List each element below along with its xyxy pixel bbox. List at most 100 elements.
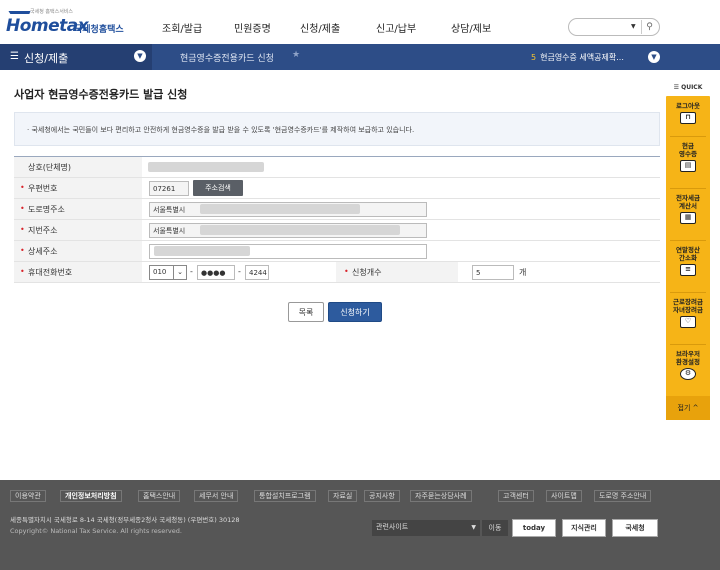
phone-prefix-select[interactable]: 010 ⌄ (149, 265, 187, 280)
hamburger-icon: ☰ (10, 51, 19, 62)
company-value-masked (148, 162, 264, 172)
footer-link-guide[interactable]: 홈택스안내 (138, 490, 181, 502)
required-mark: • (20, 225, 25, 234)
phone-dash: - (238, 267, 241, 276)
quick-e-invoice-label: 전자세금 계산서 (676, 194, 700, 210)
quick-menu: ☰ QUICK 로그아웃 ⊓ 현금 영수증 ▤ 전자세금 계산서 ▦ 연말정산 간소화… (666, 84, 710, 420)
footer-link-privacy[interactable]: 개인정보처리방침 (60, 490, 122, 502)
quick-menu-panel: 로그아웃 ⊓ 현금 영수증 ▤ 전자세금 계산서 ▦ 연말정산 간소화 ≡ 근로장려금 … (666, 96, 710, 420)
required-mark: • (20, 204, 25, 213)
form-row-lot-address: • 지번주소 서울특별시 (14, 220, 660, 241)
footer-link-notice[interactable]: 공지사항 (364, 490, 400, 502)
count-field[interactable]: 5 (472, 265, 514, 280)
gear-icon: ⚙ (680, 368, 696, 380)
footer-link-sitemap[interactable]: 사이트맵 (546, 490, 582, 502)
footer-address: 세종특별자치시 국세청로 8-14 국세청(정부세종2청사 국세청동) (우편번… (10, 516, 240, 524)
divider (670, 188, 706, 189)
footer-link-library[interactable]: 자료실 (328, 490, 358, 502)
header: 국세청 홈택스서비스 Hometax 국세청홈택스 조회/발급 민원증명 신청/… (0, 0, 720, 44)
banner-knowledge[interactable]: 지식관리 (562, 519, 606, 537)
footer-link-terms[interactable]: 이용약관 (10, 490, 46, 502)
go-button[interactable]: 이동 (482, 520, 508, 536)
form-row-zip: • 우편번호 07261 주소검색 (14, 178, 660, 199)
quick-cash-receipt[interactable]: 현금 영수증 ▤ (668, 142, 708, 172)
required-mark: • (20, 267, 25, 276)
road-address-masked (200, 204, 360, 214)
detail-address-masked (154, 246, 250, 256)
gnb-item-application[interactable]: 신청/제출 (300, 20, 340, 35)
related-sites-label: 관련사이트 (376, 523, 409, 531)
apply-button[interactable]: 신청하기 (328, 302, 382, 322)
lot-address-masked (200, 225, 400, 235)
lot-address-label: 지번주소 (28, 226, 58, 235)
breadcrumb[interactable]: 현금영수증전용카드 신청 (180, 51, 274, 64)
quick-logout[interactable]: 로그아웃 ⊓ (668, 102, 708, 124)
divider (670, 344, 706, 345)
form-row-road-address: • 도로명주소 서울특별시 (14, 199, 660, 220)
quick-collapse-button[interactable]: 접기 ^ (666, 396, 710, 420)
form-label-cell: • 신청개수 (336, 262, 458, 282)
company-label: 상호(단체명) (28, 163, 72, 172)
footer-links: 이용약관 개인정보처리방침 홈택스안내 세무서 안내 통합설치프로그램 자료실 … (10, 488, 710, 504)
chevron-down-icon[interactable]: ▼ (631, 23, 636, 30)
hometax-logo[interactable]: 국세청 홈택스서비스 Hometax 국세청홈택스 (5, 8, 130, 40)
location-bar: ☰ 신청/제출 ▼ 현금영수증전용카드 신청 ★ 5 현금영수증 세액공제확...… (0, 44, 720, 70)
count-label: 신청개수 (352, 268, 382, 277)
quick-year-end-label: 연말정산 간소화 (676, 246, 700, 262)
lot-address-value: 서울특별시 (153, 227, 186, 235)
application-form: 상호(단체명) • 우편번호 07261 주소검색 • 도로명주소 서울특별시 • 지… (14, 156, 660, 283)
gnb-item-certificate[interactable]: 민원증명 (234, 20, 271, 35)
search-icon[interactable]: ⚲ (641, 20, 657, 34)
recent-menu[interactable]: 5 현금영수증 세액공제확... (531, 52, 624, 63)
logo-korean: 국세청홈택스 (74, 25, 124, 35)
chevron-down-icon[interactable]: ▼ (648, 51, 660, 63)
form-label-cell: • 휴대전화번호 (14, 262, 142, 282)
banner-nts[interactable]: 국세청 (612, 519, 658, 537)
quick-incentive[interactable]: 근로장려금 자녀장려금 ♡ (668, 298, 708, 328)
form-label-cell: • 지번주소 (14, 220, 142, 240)
phone-middle-field[interactable]: ●●●● (197, 265, 235, 280)
quick-menu-title: ☰ QUICK (673, 84, 703, 91)
recent-menu-number: 5 (531, 53, 537, 62)
gnb-item-inquiry[interactable]: 조회/발급 (162, 20, 202, 35)
chevron-down-icon[interactable]: ▼ (134, 50, 146, 62)
quick-menu-title-text: QUICK (681, 84, 703, 91)
recent-menu-label: 현금영수증 세액공제확... (540, 53, 624, 62)
chevron-down-icon: ⌄ (173, 266, 186, 279)
form-row-company: 상호(단체명) (14, 157, 660, 178)
footer-link-road-address[interactable]: 도로명 주소안내 (594, 490, 652, 502)
form-row-detail-address: • 상세주소 (14, 241, 660, 262)
list-button[interactable]: 목록 (288, 302, 324, 322)
quick-browser-settings-label: 브라우저 환경설정 (676, 350, 700, 366)
quick-year-end[interactable]: 연말정산 간소화 ≡ (668, 246, 708, 276)
document-icon: ≡ (680, 264, 696, 276)
related-sites-select[interactable]: 관련사이트 ▼ (372, 520, 480, 536)
page-title: 사업자 현금영수증전용카드 발급 신청 (14, 88, 188, 101)
star-icon[interactable]: ★ (292, 50, 300, 60)
notice-box: · 국세청에서는 국민들이 보다 편리하고 안전하게 현금영수증을 발급 받을 … (14, 112, 660, 146)
footer-copyright: Copyright© National Tax Service. All rig… (10, 527, 182, 535)
quick-incentive-label: 근로장려금 자녀장려금 (673, 298, 703, 314)
gnb-item-filing[interactable]: 신고/납부 (376, 20, 416, 35)
footer-link-support[interactable]: 고객센터 (498, 490, 534, 502)
notice-text: · 국세청에서는 국민들이 보다 편리하고 안전하게 현금영수증을 발급 받을 … (27, 126, 415, 134)
divider (670, 240, 706, 241)
quick-e-invoice[interactable]: 전자세금 계산서 ▦ (668, 194, 708, 224)
quick-cash-receipt-label: 현금 영수증 (679, 142, 697, 158)
footer-link-faq[interactable]: 자주묻는상담사례 (410, 490, 472, 502)
menu-title: 신청/제출 (24, 52, 69, 65)
road-address-value: 서울특별시 (153, 206, 186, 214)
form-label-cell: • 상세주소 (14, 241, 142, 261)
address-search-button[interactable]: 주소검색 (193, 180, 243, 196)
zip-field[interactable]: 07261 (149, 181, 189, 196)
menu-toggle[interactable]: ☰ 신청/제출 ▼ (0, 44, 152, 70)
phone-last-field[interactable]: 4244 (245, 265, 269, 280)
footer-link-install[interactable]: 통합설치프로그램 (254, 490, 316, 502)
quick-browser-settings[interactable]: 브라우저 환경설정 ⚙ (668, 350, 708, 380)
footer-link-tax-office[interactable]: 세무서 안내 (194, 490, 239, 502)
form-label-cell: • 도로명주소 (14, 199, 142, 219)
phone-dash: - (190, 267, 193, 276)
search-box[interactable]: ▼ ⚲ (568, 18, 660, 36)
banner-today[interactable]: today (512, 519, 556, 537)
gnb-item-consult[interactable]: 상담/제보 (451, 20, 491, 35)
